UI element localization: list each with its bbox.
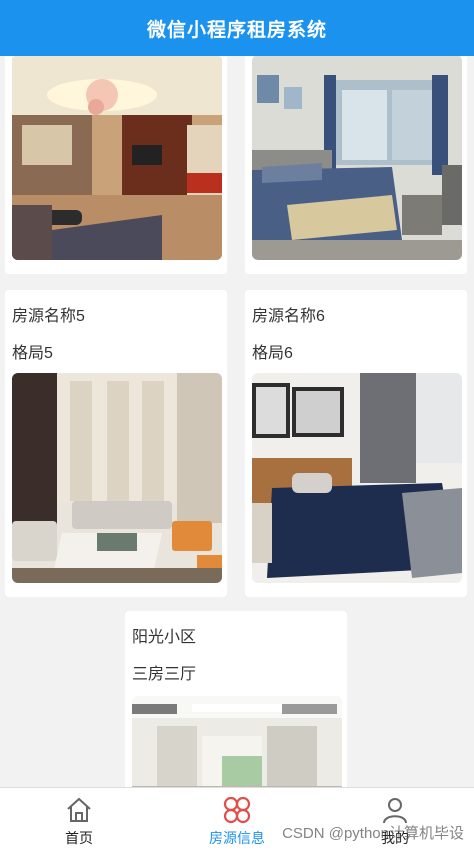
listing-layout: 三房三厅 [132, 666, 197, 683]
listing-layout: 格局5 [12, 345, 53, 362]
listing-photo [12, 56, 222, 260]
listing-layout: 格局6 [252, 345, 293, 362]
listing-name: 阳光小区 [132, 629, 197, 646]
listing-card[interactable]: 房源名称6 格局6 [245, 290, 467, 597]
user-icon [383, 798, 407, 824]
listing-photo [252, 56, 462, 260]
listing-photo [252, 373, 462, 583]
listing-name: 房源名称6 [252, 308, 325, 325]
listing-name: 房源名称5 [12, 308, 85, 325]
listing-grid-icon [223, 796, 251, 824]
page-title: 微信小程序租房系统 [146, 19, 327, 41]
listing-card[interactable] [245, 56, 467, 274]
tab-label: 房源信息 [209, 830, 265, 846]
listing-scroll-area[interactable]: 房源名称5 格局5 房源名称6 格局6 阳光小区 三房三厅 [0, 56, 474, 787]
listing-card[interactable]: 房源名称5 格局5 [5, 290, 227, 597]
listing-card[interactable]: 阳光小区 三房三厅 [125, 611, 347, 787]
bottom-tab-bar: 首页 房源信息 我的 [0, 787, 474, 853]
listing-photo [12, 373, 222, 583]
tab-listings[interactable]: 房源信息 [158, 788, 316, 853]
listing-card[interactable] [5, 56, 227, 274]
tab-label: 首页 [65, 830, 93, 846]
tab-home[interactable]: 首页 [0, 788, 158, 853]
tab-profile[interactable]: 我的 [316, 788, 474, 853]
listing-photo [132, 696, 342, 787]
app-header: 微信小程序租房系统 [0, 0, 474, 56]
home-icon [67, 797, 91, 822]
tab-label: 我的 [381, 830, 409, 846]
